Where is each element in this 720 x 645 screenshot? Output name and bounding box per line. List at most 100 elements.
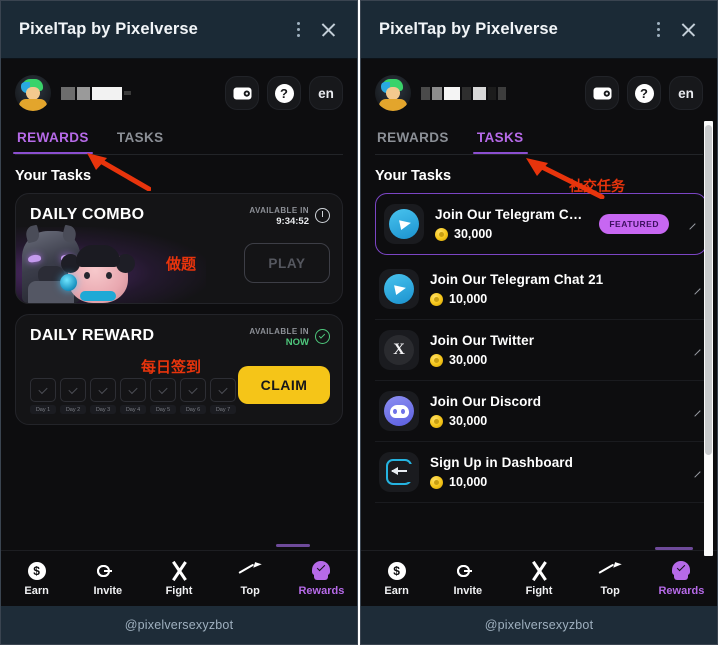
tab-rewards[interactable]: REWARDS bbox=[13, 125, 93, 154]
annotation-social-tasks: 社交任务 bbox=[569, 179, 625, 195]
tab-tasks[interactable]: TASKS bbox=[115, 125, 166, 154]
day-chip[interactable]: Day 3 bbox=[90, 378, 116, 414]
swords-icon bbox=[529, 560, 549, 581]
wallet-icon[interactable] bbox=[585, 76, 619, 110]
day-chip[interactable]: Day 2 bbox=[60, 378, 86, 414]
nav-item-invite[interactable]: Invite bbox=[72, 561, 143, 597]
chevron-right-icon[interactable] bbox=[689, 405, 701, 417]
username-redacted bbox=[421, 83, 575, 103]
character-art bbox=[20, 224, 136, 303]
tab-tasks[interactable]: TASKS bbox=[472, 125, 528, 154]
day-chip[interactable]: Day 6 bbox=[180, 378, 206, 414]
daily-reward-available-label: AVAILABLE IN bbox=[249, 327, 309, 336]
daily-streak-days: Day 1 Day 2 Day 3 Day 4 Day 5 Day 6 Day … bbox=[30, 378, 236, 414]
day-chip[interactable]: Day 1 bbox=[30, 378, 56, 414]
section-title: Your Tasks bbox=[15, 168, 92, 184]
header-actions: ? en bbox=[585, 76, 703, 110]
day-label: Day 5 bbox=[150, 405, 176, 414]
task-amount: 30,000 bbox=[449, 414, 488, 428]
day-chip[interactable]: Day 4 bbox=[120, 378, 146, 414]
chevron-right-icon[interactable] bbox=[689, 344, 701, 356]
nav-item-top[interactable]: Top bbox=[215, 561, 286, 597]
status-badge: FEATURED bbox=[599, 214, 669, 234]
trending-up-icon bbox=[238, 561, 262, 579]
day-label: Day 6 bbox=[180, 405, 206, 414]
user-row: ? en bbox=[361, 59, 717, 119]
nav-item-top[interactable]: Top bbox=[575, 561, 646, 597]
task-name: Join Our Telegram Ch… bbox=[435, 207, 589, 222]
help-button[interactable]: ? bbox=[267, 76, 301, 110]
daily-combo-title: DAILY COMBO bbox=[30, 206, 145, 223]
title-bar: PixelTap by Pixelverse bbox=[361, 1, 717, 59]
daily-combo-card[interactable]: DAILY COMBO AVAILABLE IN 9:34:52 做题 PLAY bbox=[15, 193, 343, 304]
close-icon[interactable] bbox=[313, 15, 343, 45]
task-row[interactable]: X Join Our Twitter 30,000 bbox=[375, 320, 707, 381]
daily-reward-available-value: NOW bbox=[285, 337, 309, 348]
task-row[interactable]: Sign Up in Dashboard 10,000 bbox=[375, 442, 707, 503]
task-amount: 30,000 bbox=[454, 227, 493, 241]
claim-button[interactable]: CLAIM bbox=[238, 366, 330, 404]
tab-rewards-label: REWARDS bbox=[377, 130, 449, 145]
vertical-scrollbar-thumb[interactable] bbox=[705, 125, 712, 455]
help-button[interactable]: ? bbox=[627, 76, 661, 110]
app-body-right: ? en REWARDS TASKS Your Tasks Join Our T… bbox=[361, 59, 717, 644]
tab-tasks-label: TASKS bbox=[116, 130, 164, 145]
kebab-menu-icon[interactable] bbox=[643, 15, 673, 45]
daily-reward-availability: AVAILABLE IN NOW bbox=[249, 327, 330, 348]
coin-icon bbox=[430, 475, 443, 489]
task-reward: 10,000 bbox=[430, 292, 680, 306]
horizontal-scrollbar-thumb[interactable] bbox=[276, 544, 310, 547]
tab-bar: REWARDS TASKS bbox=[1, 119, 357, 154]
wallet-glyph bbox=[233, 87, 251, 99]
task-row[interactable]: Join Our Telegram Ch… 30,000 FEATURED bbox=[375, 193, 707, 255]
vertical-scrollbar[interactable] bbox=[704, 121, 713, 556]
nav-item-fight[interactable]: Fight bbox=[143, 560, 214, 597]
daily-combo-header: DAILY COMBO AVAILABLE IN 9:34:52 bbox=[16, 194, 342, 227]
avatar[interactable] bbox=[375, 75, 411, 111]
right-spacer bbox=[361, 503, 717, 550]
daily-combo-body: 做题 PLAY bbox=[16, 224, 342, 303]
coin-icon bbox=[435, 227, 448, 241]
task-reward: 30,000 bbox=[435, 227, 588, 241]
nav-label: Top bbox=[600, 584, 620, 597]
nav-label: Top bbox=[240, 584, 260, 597]
username-redacted bbox=[61, 83, 215, 103]
discord-icon bbox=[379, 391, 419, 431]
play-button[interactable]: PLAY bbox=[244, 243, 330, 283]
wallet-glyph bbox=[593, 87, 611, 99]
window-title: PixelTap by Pixelverse bbox=[379, 20, 558, 38]
horizontal-scrollbar-thumb[interactable] bbox=[655, 547, 693, 550]
language-button[interactable]: en bbox=[309, 76, 343, 110]
task-row[interactable]: Join Our Discord 30,000 bbox=[375, 381, 707, 442]
footer-right: @pixelversexyzbot bbox=[361, 606, 717, 644]
task-name: Sign Up in Dashboard bbox=[430, 455, 574, 470]
daily-reward-card[interactable]: DAILY REWARD AVAILABLE IN NOW 每日签到 Day 1… bbox=[15, 314, 343, 425]
nav-label: Earn bbox=[24, 584, 49, 597]
day-chip[interactable]: Day 5 bbox=[150, 378, 176, 414]
chevron-right-icon[interactable] bbox=[684, 218, 696, 230]
nav-item-earn[interactable]: $ Earn bbox=[361, 561, 432, 597]
tab-rewards[interactable]: REWARDS bbox=[375, 125, 451, 154]
chevron-right-icon[interactable] bbox=[689, 283, 701, 295]
question-mark-icon: ? bbox=[274, 83, 294, 103]
kebab-menu-icon[interactable] bbox=[283, 15, 313, 45]
bottom-nav-left: $ Earn Invite Fight Top Rewards bbox=[1, 550, 357, 606]
day-chip[interactable]: Day 7 bbox=[210, 378, 236, 414]
nav-item-rewards[interactable]: Rewards bbox=[286, 561, 357, 597]
avatar[interactable] bbox=[15, 75, 51, 111]
task-name: Join Our Discord bbox=[430, 394, 542, 409]
language-button[interactable]: en bbox=[669, 76, 703, 110]
task-row[interactable]: Join Our Telegram Chat 21 10,000 bbox=[375, 259, 707, 320]
nav-item-invite[interactable]: Invite bbox=[432, 561, 503, 597]
nav-item-fight[interactable]: Fight bbox=[503, 560, 574, 597]
tab-tasks-label: TASKS bbox=[476, 130, 524, 145]
wallet-icon[interactable] bbox=[225, 76, 259, 110]
nav-item-rewards[interactable]: Rewards bbox=[646, 561, 717, 597]
chevron-right-icon[interactable] bbox=[689, 466, 701, 478]
question-mark-icon: ? bbox=[634, 83, 654, 103]
close-icon[interactable] bbox=[673, 15, 703, 45]
reward-badge-icon bbox=[672, 561, 691, 580]
day-label: Day 2 bbox=[60, 405, 86, 414]
app-body-left: ? en REWARDS TASKS Your Tasks DAILY COMB… bbox=[1, 59, 357, 644]
nav-item-earn[interactable]: $ Earn bbox=[1, 561, 72, 597]
